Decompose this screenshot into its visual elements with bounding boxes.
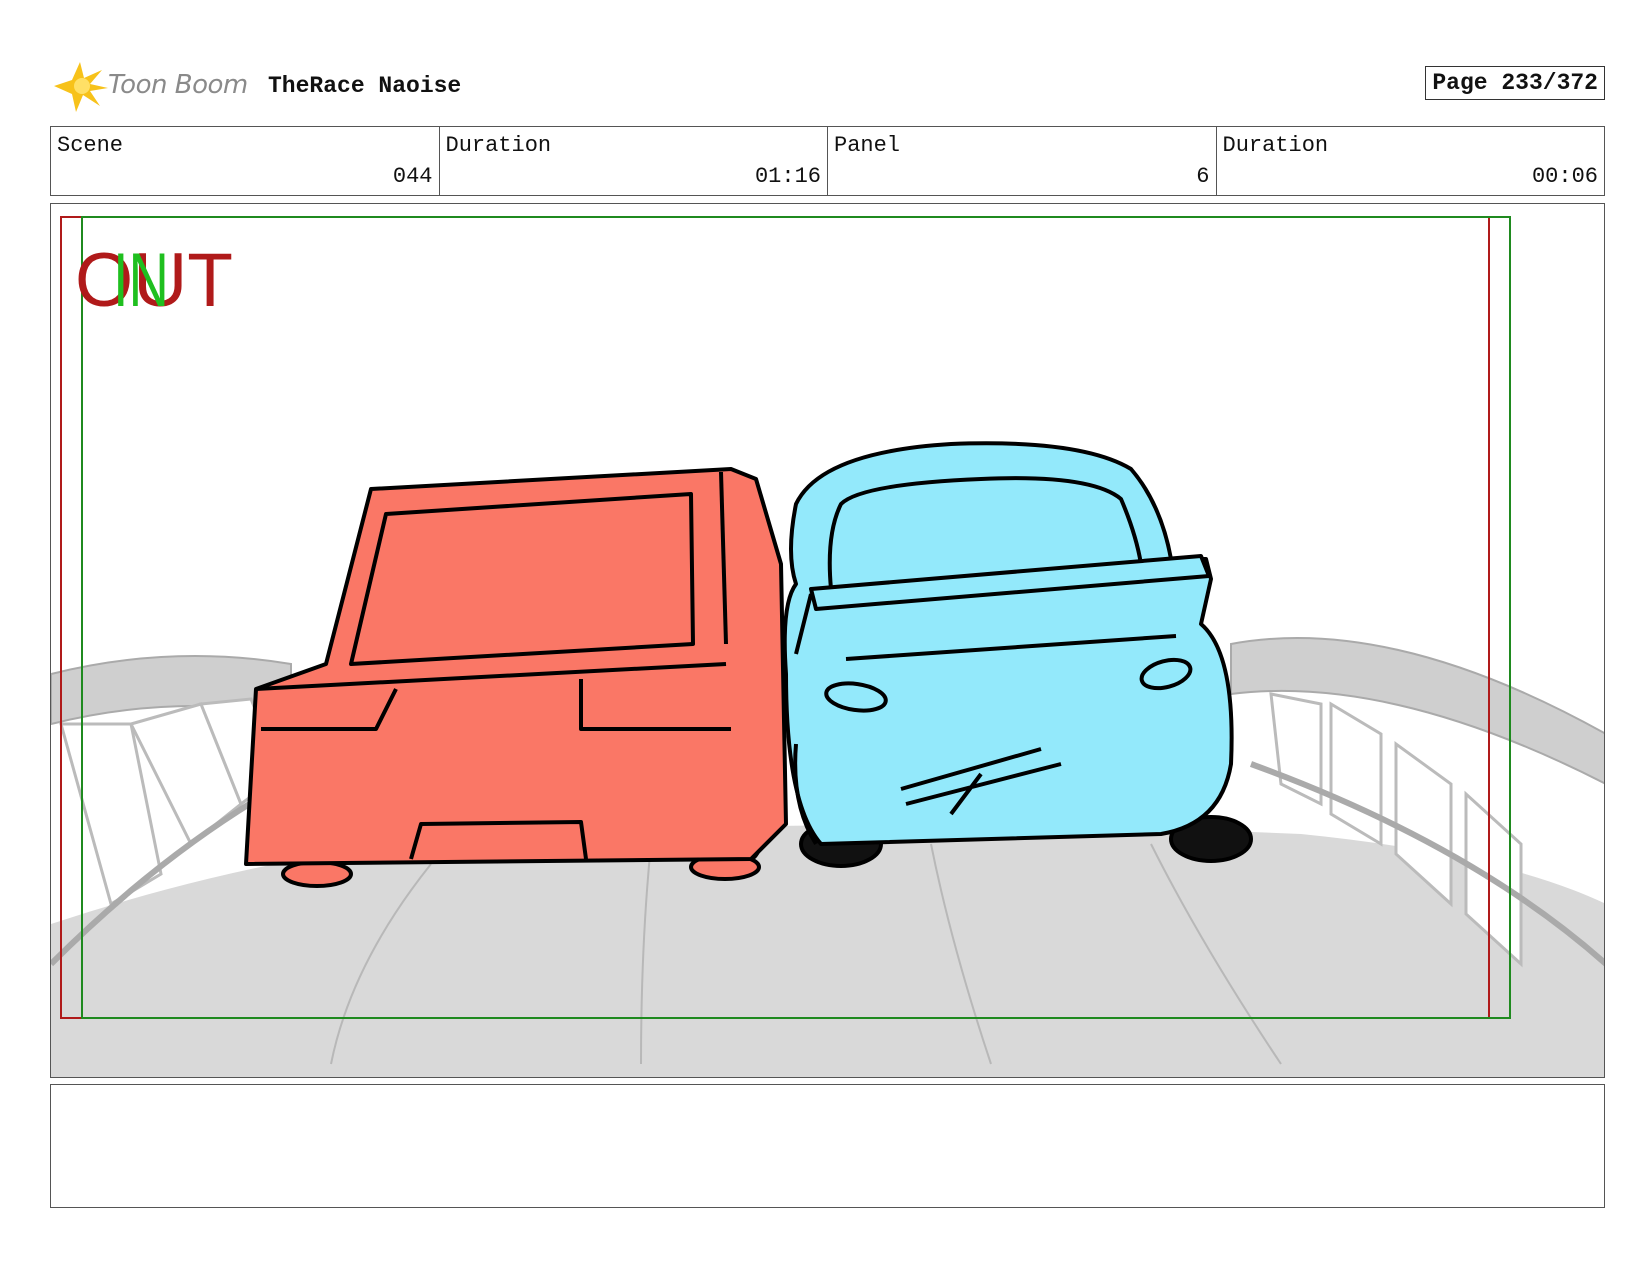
starburst-icon [54,62,108,112]
panel-duration-value: 00:06 [1531,164,1598,189]
panel-value: 6 [1196,164,1210,189]
scene-label: Scene [57,133,124,158]
in-marker: IN [113,238,169,323]
logo-text: Toon Boom [108,70,248,100]
toon-boom-logo: Toon Boom [50,60,250,112]
panel-duration-cell: Duration 00:06 [1217,127,1605,195]
scene-duration-cell: Duration 01:16 [440,127,828,195]
scene-value: 044 [392,164,433,189]
panel-cell: Panel 6 [828,127,1217,195]
panel-label: Panel [834,133,901,158]
scene-cell: Scene 044 [51,127,440,195]
blue-car [782,441,1253,868]
red-car [244,467,788,888]
panel-drawing: OUT IN [51,216,1604,1077]
scene-info-row: Scene 044 Duration 01:16 Panel 6 Duratio… [50,126,1605,196]
notes-box [50,1084,1605,1208]
panel-duration-label: Duration [1222,133,1329,158]
scene-duration-label: Duration [445,133,552,158]
scene-duration-value: 01:16 [754,164,821,189]
page-indicator: Page 233/372 [1425,66,1605,100]
storyboard-panel: OUT IN [50,203,1605,1078]
project-title: TheRace Naoise [268,73,462,99]
page-header: Toon Boom TheRace Naoise Page 233/372 [50,56,1605,116]
